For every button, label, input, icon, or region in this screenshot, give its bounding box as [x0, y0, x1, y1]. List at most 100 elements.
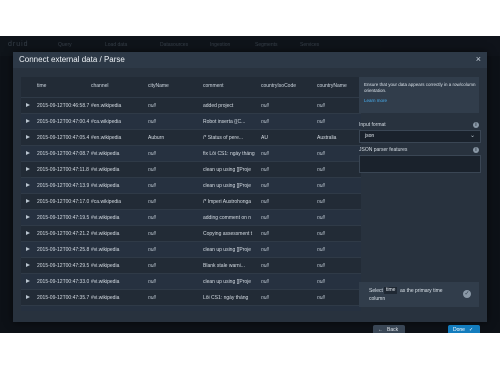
column-header-comment[interactable]: comment: [203, 83, 224, 89]
info-icon[interactable]: i: [473, 122, 479, 128]
app-background: druid Query Load data Datasources Ingest…: [0, 36, 500, 333]
cell-comment: adding comment on n: [203, 215, 252, 221]
cell-time: 2015-09-12T00:47:13.9: [37, 183, 89, 189]
cell-cityname: null: [148, 279, 156, 285]
row-expand-icon[interactable]: [26, 215, 30, 219]
cell-time: 2015-09-12T00:47:05.4: [37, 135, 89, 141]
cell-channel: #ca.wikipedia: [91, 119, 122, 125]
check-icon: ✓: [469, 327, 474, 333]
cell-comment: clean up using [[Proje: [203, 183, 252, 189]
info-icon[interactable]: i: [473, 147, 479, 153]
cell-cityname: Auburn: [148, 135, 165, 141]
table-row[interactable]: 2015-09-12T00:47:11.8 #vi.wikipedia null cl…: [21, 161, 361, 178]
cell-channel: #en.wikipedia: [91, 103, 122, 109]
cell-countryisocode: null: [261, 103, 269, 109]
table-row[interactable]: 2015-09-12T00:47:21.2 #vi.wikipedia null Co…: [21, 225, 361, 242]
cell-channel: #vi.wikipedia: [91, 263, 120, 269]
cell-countryname: null: [317, 279, 325, 285]
table-row[interactable]: 2015-09-12T00:47:05.4 #en.wikipedia Auburn…: [21, 129, 361, 146]
parse-dialog: Connect external data / Parse × time cha…: [13, 52, 487, 333]
input-format-value: json: [365, 133, 375, 139]
back-button[interactable]: ← Back: [373, 325, 405, 333]
table-header: time channel cityName comment countryIso…: [21, 77, 361, 97]
table-row[interactable]: 2015-09-12T00:47:00.4 #ca.wikipedia null Ro…: [21, 113, 361, 130]
cell-countryname: null: [317, 295, 325, 301]
dialog-header: Connect external data / Parse ×: [13, 52, 487, 68]
done-button[interactable]: Done ✓: [448, 325, 480, 333]
cell-countryname: null: [317, 119, 325, 125]
row-expand-icon[interactable]: [26, 247, 30, 251]
row-expand-icon[interactable]: [26, 119, 30, 123]
table-row[interactable]: 2015-09-12T00:47:25.8 #vi.wikipedia null cl…: [21, 241, 361, 258]
close-icon[interactable]: ×: [476, 54, 481, 64]
back-button-label: Back: [387, 327, 399, 333]
table-row[interactable]: 2015-09-12T00:47:33.0 #vi.wikipedia null cl…: [21, 273, 361, 290]
cell-countryname: null: [317, 183, 325, 189]
data-preview-table: time channel cityName comment countryIso…: [21, 77, 361, 311]
column-header-countryisocode[interactable]: countryIsoCode: [261, 83, 296, 89]
row-expand-icon[interactable]: [26, 151, 30, 155]
cell-countryname: null: [317, 151, 325, 157]
column-header-countryname[interactable]: countryName: [317, 83, 347, 89]
side-panel: Ensure that your data appears correctly …: [359, 77, 481, 333]
cell-cityname: null: [148, 103, 156, 109]
cell-countryisocode: null: [261, 231, 269, 237]
cell-countryisocode: null: [261, 279, 269, 285]
check-circle-icon[interactable]: ✓: [463, 290, 471, 298]
cell-countryisocode: null: [261, 215, 269, 221]
column-header-time[interactable]: time: [37, 83, 46, 89]
cell-time: 2015-09-12T00:46:58.7: [37, 103, 89, 109]
cell-cityname: null: [148, 183, 156, 189]
chevron-down-icon: ⌄: [469, 133, 475, 139]
row-expand-icon[interactable]: [26, 231, 30, 235]
table-row[interactable]: 2015-09-12T00:47:08.7 #vi.wikipedia null fi…: [21, 145, 361, 162]
row-expand-icon[interactable]: [26, 183, 30, 187]
cell-comment: Blank stale warni...: [203, 263, 245, 269]
cell-cityname: null: [148, 199, 156, 205]
row-expand-icon[interactable]: [26, 135, 30, 139]
table-row[interactable]: 2015-09-12T00:47:29.5 #vi.wikipedia null Bl…: [21, 257, 361, 274]
cell-countryisocode: null: [261, 263, 269, 269]
time-column-column-text: column: [369, 296, 386, 302]
row-expand-icon[interactable]: [26, 167, 30, 171]
row-expand-icon[interactable]: [26, 199, 30, 203]
row-expand-icon[interactable]: [26, 279, 30, 283]
json-features-input[interactable]: [359, 155, 481, 173]
table-row[interactable]: 2015-09-12T00:47:39.0#vi.wikipedianullcl…: [21, 305, 361, 311]
cell-countryisocode: null: [261, 119, 269, 125]
table-row[interactable]: 2015-09-12T00:47:35.7 #vi.wikipedia null Lỗ…: [21, 289, 361, 306]
cell-countryname: null: [317, 103, 325, 109]
input-format-select[interactable]: json ⌄: [359, 130, 481, 143]
cell-countryisocode: null: [261, 167, 269, 173]
column-header-channel[interactable]: channel: [91, 83, 109, 89]
column-header-cityname[interactable]: cityName: [148, 83, 169, 89]
cell-time: 2015-09-12T00:47:33.0: [37, 279, 89, 285]
table-row[interactable]: 2015-09-12T00:46:58.7 #en.wikipedia null ad…: [21, 97, 361, 114]
table-row[interactable]: 2015-09-12T00:47:19.5 #vi.wikipedia null ad…: [21, 209, 361, 226]
cell-channel: #vi.wikipedia: [91, 295, 120, 301]
cell-countryisocode: null: [261, 295, 269, 301]
cell-cityname: null: [148, 167, 156, 173]
cell-comment: fix Lỗi CS1: ngày tháng: [203, 151, 255, 157]
cell-comment: added project: [203, 103, 234, 109]
input-format-label: Input format: [359, 122, 386, 128]
row-expand-icon[interactable]: [26, 103, 30, 107]
row-expand-icon[interactable]: [26, 295, 30, 299]
table-row[interactable]: 2015-09-12T00:47:13.9 #vi.wikipedia null cl…: [21, 177, 361, 194]
cell-countryisocode: null: [261, 151, 269, 157]
table-row[interactable]: 2015-09-12T00:47:17.0 #ca.wikipedia null /*…: [21, 193, 361, 210]
cell-time: 2015-09-12T00:47:11.8: [37, 167, 89, 173]
cell-cityname: null: [148, 263, 156, 269]
cell-comment: clean up using [[Proje: [203, 247, 252, 253]
cell-cityname: null: [148, 215, 156, 221]
row-expand-icon[interactable]: [26, 263, 30, 267]
cell-countryname: null: [317, 215, 325, 221]
cell-cityname: null: [148, 151, 156, 157]
json-features-label: JSON parser features: [359, 147, 408, 153]
cell-cityname: null: [148, 247, 156, 253]
learn-more-link[interactable]: Learn more: [364, 98, 387, 103]
cell-channel: #vi.wikipedia: [91, 231, 120, 237]
cell-channel: #vi.wikipedia: [91, 151, 120, 157]
cell-countryname: null: [317, 263, 325, 269]
info-callout: Ensure that your data appears correctly …: [359, 77, 479, 113]
